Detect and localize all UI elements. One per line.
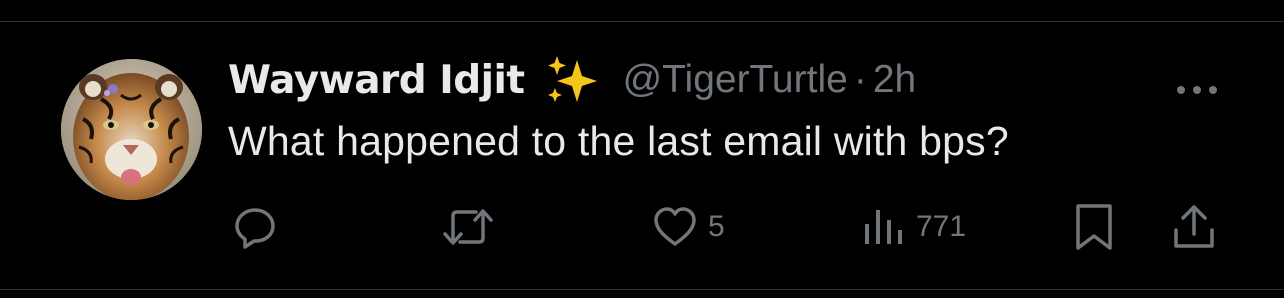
handle[interactable]: @TigerTurtle	[623, 58, 848, 102]
share-button[interactable]	[1170, 197, 1218, 257]
retweet-icon	[443, 209, 493, 245]
display-name[interactable]: Wayward Idjit	[228, 58, 525, 103]
retweet-button[interactable]	[442, 197, 504, 257]
share-icon	[1174, 205, 1214, 248]
bookmark-button[interactable]	[1072, 197, 1116, 257]
avatar[interactable]	[61, 59, 202, 200]
reply-button[interactable]	[232, 197, 288, 257]
separator: ·	[853, 58, 867, 101]
timestamp[interactable]: 2h	[873, 58, 916, 102]
views-button[interactable]: 771	[862, 197, 966, 257]
sparkles-icon	[543, 54, 601, 106]
tweet-header: Wayward Idjit @TigerTurtle · 2h	[228, 54, 916, 106]
views-icon	[865, 210, 902, 244]
heart-icon	[654, 207, 696, 246]
more-options-icon[interactable]	[1172, 82, 1222, 98]
like-button[interactable]: 5	[652, 197, 725, 257]
tiger-avatar-icon	[61, 59, 202, 200]
tweet[interactable]: Wayward Idjit @TigerTurtle · 2h What hap…	[0, 22, 1284, 289]
bottom-divider	[0, 289, 1284, 290]
action-bar: 5 771	[0, 197, 1284, 257]
views-count: 771	[916, 210, 967, 243]
like-count: 5	[708, 210, 725, 243]
bookmark-icon	[1076, 204, 1112, 250]
tweet-text: What happened to the last email with bps…	[228, 118, 1009, 164]
reply-icon	[235, 208, 275, 249]
